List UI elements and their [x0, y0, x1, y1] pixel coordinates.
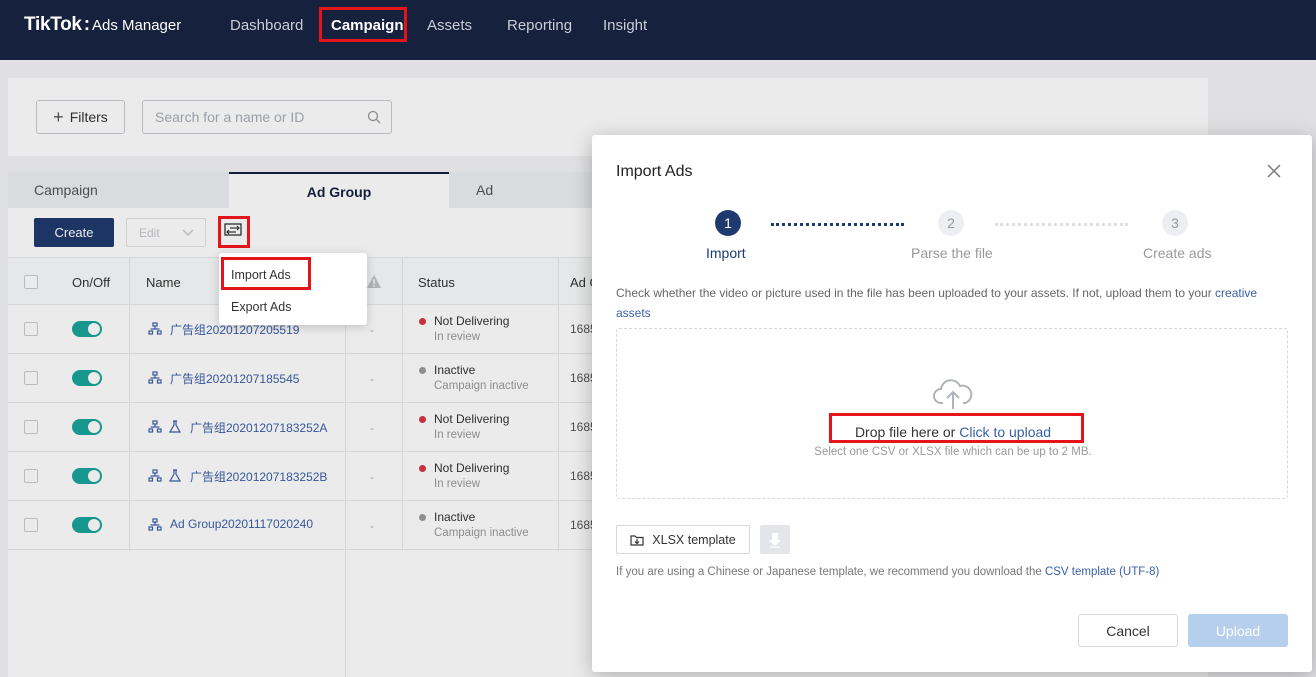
download-button[interactable] [760, 525, 790, 554]
close-icon[interactable] [1266, 163, 1282, 179]
csv-template-hint: If you are using a Chinese or Japanese t… [616, 566, 1159, 578]
step-3-circle: 3 [1162, 210, 1188, 236]
nav-dashboard[interactable]: Dashboard [230, 17, 303, 34]
import-ads-modal: Import Ads 1 2 3 Import Parse the file C… [592, 135, 1312, 672]
step-connector-done [771, 223, 904, 226]
nav-assets[interactable]: Assets [427, 17, 472, 34]
nav-reporting[interactable]: Reporting [507, 17, 572, 34]
step-1-label: Import [706, 245, 746, 261]
file-requirements: Select one CSV or XLSX file which can be… [814, 446, 1092, 458]
csv-hint-text: If you are using a Chinese or Japanese t… [616, 566, 1045, 578]
folder-download-icon [630, 534, 644, 546]
highlight-campaign-tab [319, 7, 407, 42]
cloud-upload-icon [933, 379, 973, 409]
logo-brand: TikTok [24, 14, 82, 35]
logo-colon: : [83, 14, 91, 35]
csv-template-link[interactable]: CSV template (UTF-8) [1045, 566, 1159, 578]
xlsx-template-label: XLSX template [652, 532, 736, 547]
highlight-import-export-button [218, 216, 250, 248]
step-3-label: Create ads [1143, 245, 1212, 261]
nav-insight[interactable]: Insight [603, 17, 647, 34]
highlight-click-to-upload [829, 413, 1084, 443]
step-2-label: Parse the file [911, 245, 993, 261]
step-2-circle: 2 [938, 210, 964, 236]
assets-hint: Check whether the video or picture used … [616, 283, 1276, 323]
logo-sub: Ads Manager [92, 17, 182, 34]
tiktok-logo[interactable]: TikTok : Ads Manager [24, 14, 181, 38]
menu-export-ads[interactable]: Export Ads [231, 300, 291, 314]
upload-button[interactable]: Upload [1188, 614, 1288, 647]
top-nav: TikTok : Ads Manager Dashboard Campaign … [0, 0, 1316, 60]
step-1-circle: 1 [715, 210, 741, 236]
download-icon [769, 532, 781, 548]
highlight-import-ads-item [221, 257, 311, 290]
cancel-button[interactable]: Cancel [1078, 614, 1178, 647]
assets-hint-text: Check whether the video or picture used … [616, 286, 1216, 300]
step-connector-pending [995, 223, 1128, 226]
modal-title: Import Ads [616, 163, 693, 180]
xlsx-template-button[interactable]: XLSX template [616, 525, 750, 554]
